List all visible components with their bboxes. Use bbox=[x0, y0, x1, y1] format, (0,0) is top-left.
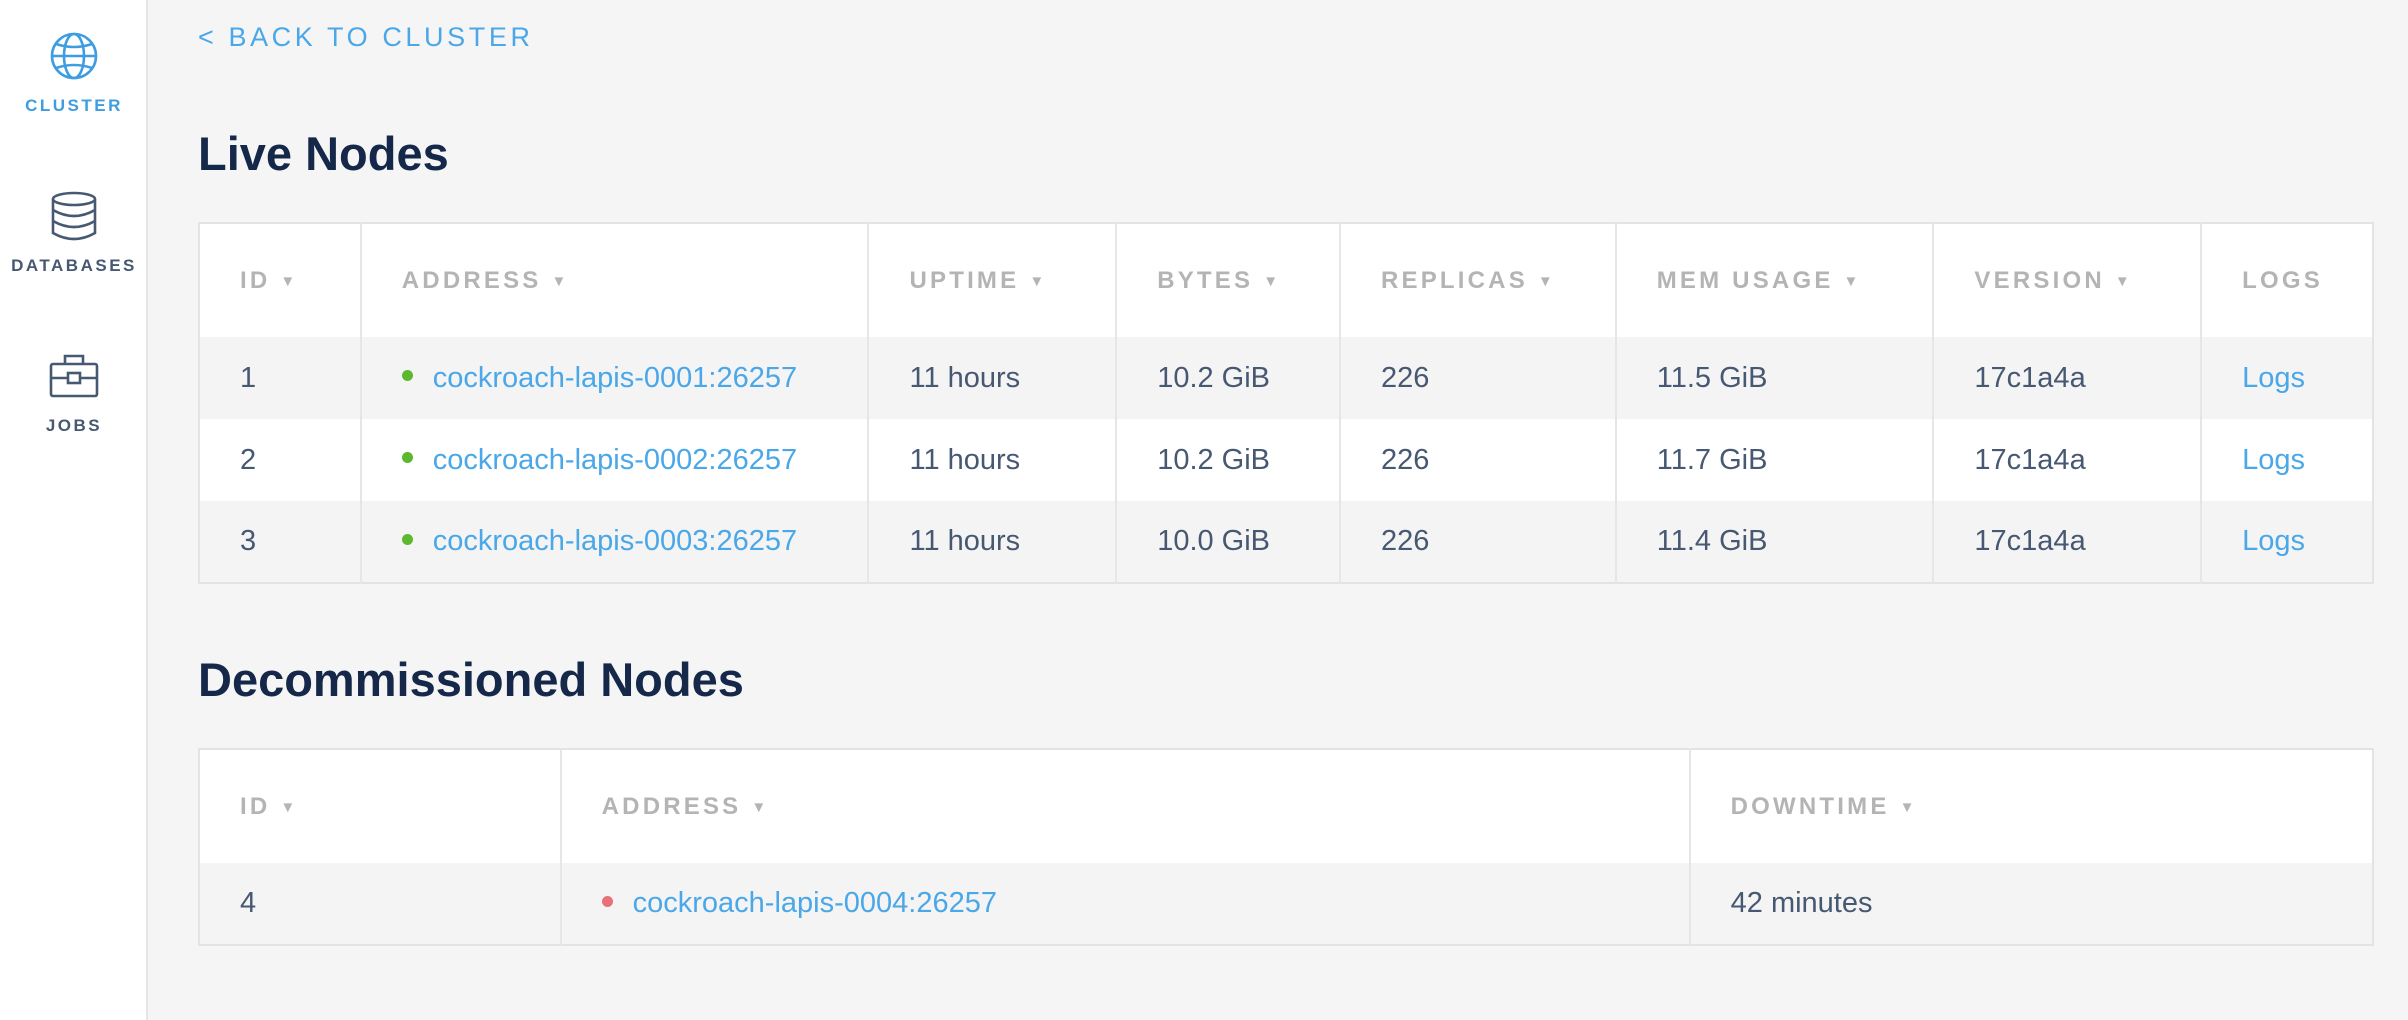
node-bytes: 10.0 GiB bbox=[1116, 501, 1341, 583]
sidebar-item-cluster[interactable]: CLUSTER bbox=[0, 30, 148, 116]
column-header-id[interactable]: ID ▼ bbox=[199, 223, 362, 337]
sidebar-item-label: DATABASES bbox=[11, 256, 137, 275]
column-header-logs: LOGS bbox=[2201, 223, 2373, 337]
node-address-cell: cockroach-lapis-0002:26257 bbox=[360, 419, 870, 501]
node-replicas: 226 bbox=[1339, 501, 1617, 583]
node-address-cell: cockroach-lapis-0001:26257 bbox=[360, 337, 870, 419]
node-address-link[interactable]: cockroach-lapis-0003:26257 bbox=[433, 525, 797, 557]
node-address-cell: cockroach-lapis-0003:26257 bbox=[360, 501, 870, 583]
node-version: 17c1a4a bbox=[1933, 419, 2203, 501]
column-header-label: UPTIME bbox=[909, 266, 1020, 294]
table-header-row: ID ▼ ADDRESS ▼ DOWNTIME ▼ bbox=[199, 749, 2373, 863]
sort-caret-icon: ▼ bbox=[1843, 272, 1862, 290]
sort-caret-icon: ▼ bbox=[1899, 798, 1918, 816]
sort-caret-icon: ▼ bbox=[280, 798, 299, 816]
logs-link[interactable]: Logs bbox=[2242, 362, 2305, 394]
live-nodes-title: Live Nodes bbox=[198, 127, 449, 180]
column-header-address[interactable]: ADDRESS ▼ bbox=[560, 749, 1691, 863]
node-uptime: 11 hours bbox=[868, 419, 1118, 501]
column-header-label: BYTES bbox=[1157, 266, 1254, 294]
column-header-label: ID bbox=[240, 266, 271, 294]
live-status-dot-icon bbox=[401, 370, 413, 382]
node-replicas: 226 bbox=[1339, 419, 1617, 501]
table-row: 1 cockroach-lapis-0001:26257 11 hours 10… bbox=[199, 337, 2373, 419]
back-to-cluster-link[interactable]: < BACK TO CLUSTER bbox=[198, 22, 534, 53]
node-logs-cell: Logs bbox=[2201, 337, 2373, 419]
column-header-downtime[interactable]: DOWNTIME ▼ bbox=[1689, 749, 2373, 863]
column-header-address[interactable]: ADDRESS ▼ bbox=[360, 223, 870, 337]
sidebar-item-jobs[interactable]: JOBS bbox=[0, 350, 148, 436]
sort-caret-icon: ▼ bbox=[1029, 272, 1048, 290]
logs-link[interactable]: Logs bbox=[2242, 444, 2305, 476]
column-header-label: VERSION bbox=[1974, 266, 2105, 294]
column-header-replicas[interactable]: REPLICAS ▼ bbox=[1339, 223, 1617, 337]
table-row: 3 cockroach-lapis-0003:26257 11 hours 10… bbox=[199, 501, 2373, 583]
node-address-cell: cockroach-lapis-0004:26257 bbox=[560, 863, 1691, 945]
node-address-link[interactable]: cockroach-lapis-0004:26257 bbox=[633, 887, 997, 919]
table-header-row: ID ▼ ADDRESS ▼ UPTIME ▼ BYTES ▼ REPLICAS ▼ ME… bbox=[199, 223, 2373, 337]
column-header-mem-usage[interactable]: MEM USAGE ▼ bbox=[1615, 223, 1935, 337]
node-mem-usage: 11.4 GiB bbox=[1615, 501, 1935, 583]
node-address-link[interactable]: cockroach-lapis-0001:26257 bbox=[433, 362, 797, 394]
column-header-uptime[interactable]: UPTIME ▼ bbox=[868, 223, 1118, 337]
node-version: 17c1a4a bbox=[1933, 337, 2203, 419]
node-address-link[interactable]: cockroach-lapis-0002:26257 bbox=[433, 444, 797, 476]
column-header-label: REPLICAS bbox=[1380, 266, 1528, 294]
sidebar: CLUSTER DATABASES JOBS bbox=[0, 0, 148, 1020]
sort-caret-icon: ▼ bbox=[751, 798, 770, 816]
sidebar-item-label: CLUSTER bbox=[25, 96, 123, 115]
app-root: CLUSTER DATABASES JOBS < BACK TO CLUSTER… bbox=[0, 0, 2408, 1020]
live-nodes-table: ID ▼ ADDRESS ▼ UPTIME ▼ BYTES ▼ REPLICAS ▼ ME… bbox=[198, 222, 2374, 584]
node-logs-cell: Logs bbox=[2201, 501, 2373, 583]
node-id: 1 bbox=[199, 337, 362, 419]
column-header-label: ID bbox=[240, 792, 271, 820]
column-header-label: ADDRESS bbox=[601, 792, 742, 820]
node-bytes: 10.2 GiB bbox=[1116, 337, 1341, 419]
node-version: 17c1a4a bbox=[1933, 501, 2203, 583]
globe-icon bbox=[50, 32, 98, 80]
node-id: 2 bbox=[199, 419, 362, 501]
column-header-version[interactable]: VERSION ▼ bbox=[1933, 223, 2203, 337]
decommissioned-nodes-table: ID ▼ ADDRESS ▼ DOWNTIME ▼ 4 cockroach-lapis… bbox=[198, 748, 2374, 946]
column-header-label: LOGS bbox=[2242, 266, 2323, 294]
sidebar-item-label: JOBS bbox=[45, 416, 103, 435]
column-header-bytes[interactable]: BYTES ▼ bbox=[1116, 223, 1341, 337]
sort-caret-icon: ▼ bbox=[551, 272, 570, 290]
database-icon bbox=[51, 191, 97, 241]
node-mem-usage: 11.7 GiB bbox=[1615, 419, 1935, 501]
node-uptime: 11 hours bbox=[868, 337, 1118, 419]
sort-caret-icon: ▼ bbox=[1263, 272, 1282, 290]
logs-link[interactable]: Logs bbox=[2242, 525, 2305, 557]
table-row: 4 cockroach-lapis-0004:26257 42 minutes bbox=[199, 863, 2373, 945]
node-id: 4 bbox=[199, 863, 562, 945]
dead-status-dot-icon bbox=[601, 895, 613, 907]
table-row: 2 cockroach-lapis-0002:26257 11 hours 10… bbox=[199, 419, 2373, 501]
decommissioned-nodes-title: Decommissioned Nodes bbox=[198, 653, 744, 706]
live-status-dot-icon bbox=[401, 452, 413, 464]
sort-caret-icon: ▼ bbox=[280, 272, 299, 290]
sort-caret-icon: ▼ bbox=[1537, 272, 1556, 290]
node-uptime: 11 hours bbox=[868, 501, 1118, 583]
node-bytes: 10.2 GiB bbox=[1116, 419, 1341, 501]
node-id: 3 bbox=[199, 501, 362, 583]
node-downtime: 42 minutes bbox=[1689, 863, 2373, 945]
column-header-id[interactable]: ID ▼ bbox=[199, 749, 562, 863]
node-logs-cell: Logs bbox=[2201, 419, 2373, 501]
sort-caret-icon: ▼ bbox=[2114, 272, 2133, 290]
column-header-label: MEM USAGE bbox=[1656, 266, 1834, 294]
node-replicas: 226 bbox=[1339, 337, 1617, 419]
node-mem-usage: 11.5 GiB bbox=[1615, 337, 1935, 419]
column-header-label: DOWNTIME bbox=[1730, 792, 1890, 820]
sidebar-item-databases[interactable]: DATABASES bbox=[0, 190, 148, 276]
briefcase-icon bbox=[49, 354, 99, 398]
column-header-label: ADDRESS bbox=[401, 266, 542, 294]
live-status-dot-icon bbox=[401, 533, 413, 545]
